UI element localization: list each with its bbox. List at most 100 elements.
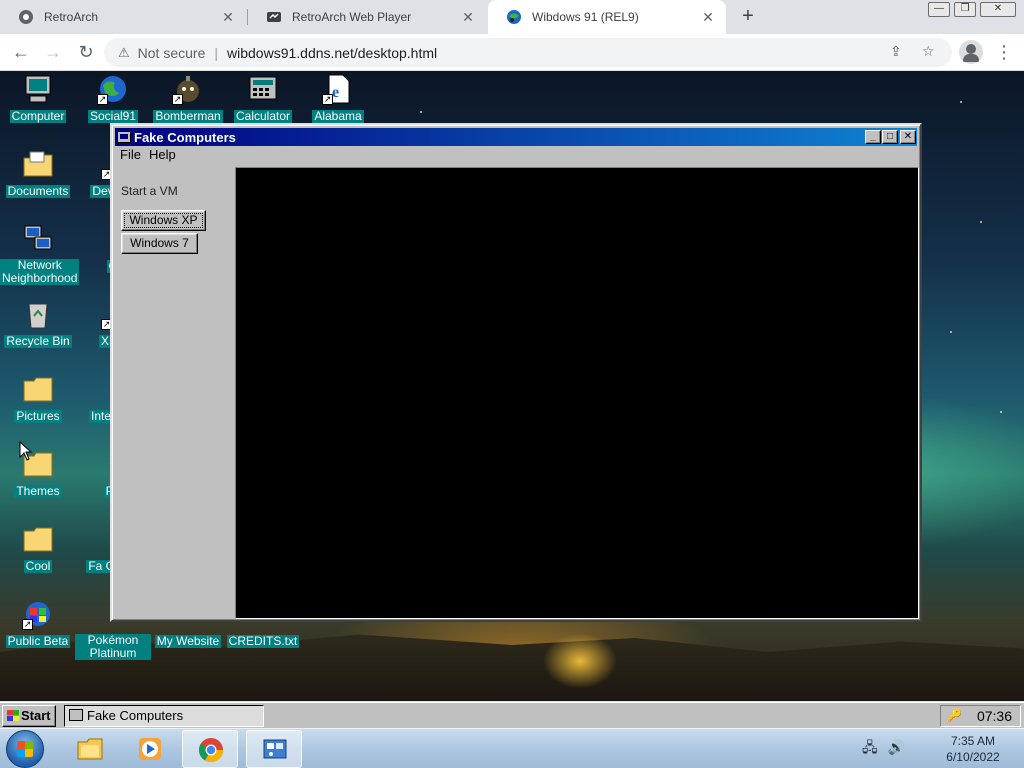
desktop-icon-network-neighborhood[interactable]: Network Neighborhood xyxy=(0,221,80,291)
maximize-button[interactable]: □ xyxy=(882,130,898,144)
tab-close-icon[interactable]: ✕ xyxy=(220,9,236,26)
mouse-cursor-icon xyxy=(19,440,33,464)
taskbar-item-fake-computers[interactable]: Fake Computers xyxy=(64,705,264,727)
tab-retroarch-web-player[interactable]: RetroArch Web Player ✕ xyxy=(248,0,486,34)
share-icon[interactable]: ⇪ xyxy=(890,43,902,60)
media-player-icon xyxy=(139,738,161,760)
bridge-glow xyxy=(540,631,620,691)
windows-flag-icon xyxy=(7,710,19,721)
desktop-icon-public-beta[interactable]: ↗ Public Beta xyxy=(0,596,76,666)
key-icon[interactable]: 🔑 xyxy=(947,709,962,721)
warning-icon[interactable]: ⚠ xyxy=(118,45,130,61)
taskbar-media-player-button[interactable] xyxy=(122,730,178,768)
star xyxy=(960,101,962,103)
desktop-icon-recycle-bin[interactable]: Recycle Bin xyxy=(0,296,76,366)
back-icon[interactable]: ← xyxy=(8,40,34,66)
ie-document-icon: e ↗ xyxy=(322,73,354,105)
profile-avatar-icon[interactable] xyxy=(959,40,983,64)
network-tray-icon[interactable]: 🖧 xyxy=(862,739,878,755)
chrome-icon xyxy=(198,738,223,763)
public-beta-icon: ↗ xyxy=(22,598,54,630)
vm-sidebar: Start a VM Windows XP Windows 7 xyxy=(115,167,235,618)
globe-icon: ↗ xyxy=(97,73,129,105)
desktop-icon-label: Recycle Bin xyxy=(4,334,72,348)
tab-close-icon[interactable]: ✕ xyxy=(460,9,476,26)
desktop-icon-themes[interactable]: Themes xyxy=(0,446,76,516)
taskbar-explorer-button[interactable] xyxy=(62,730,118,768)
w7-taskbar: 🖧 🔊 7:35 AM 6/10/2022 xyxy=(0,728,1024,768)
window-restore-button[interactable]: ❐ xyxy=(954,2,976,17)
desktop-icon-label: Alabama xyxy=(312,109,364,123)
tab-close-icon[interactable]: ✕ xyxy=(700,9,716,26)
bomberman-icon: ↗ xyxy=(172,73,204,105)
reload-icon[interactable]: ↻ xyxy=(73,40,99,66)
window-titlebar[interactable]: Fake Computers _ □ ✕ xyxy=(115,128,917,146)
taskbar-item-label: Fake Computers xyxy=(87,708,184,723)
star xyxy=(420,111,422,113)
svg-text:e: e xyxy=(332,84,339,101)
desktop-icon-documents[interactable]: Documents xyxy=(0,146,76,216)
security-label[interactable]: Not secure xyxy=(138,45,206,61)
desktop-icon-label: Documents xyxy=(5,184,71,198)
taskbar-chrome-button[interactable] xyxy=(182,730,238,768)
w95-start-button[interactable]: Start xyxy=(2,705,56,727)
close-button[interactable]: ✕ xyxy=(900,130,916,144)
desktop-icon-label: Pokémon Platinum xyxy=(75,634,151,660)
menu-file[interactable]: File xyxy=(116,147,145,165)
tab-title: RetroArch xyxy=(44,10,99,24)
w95-taskbar: Start Fake Computers 🔑 07:36 xyxy=(0,701,1024,728)
tab-title: Wibdows 91 (REL9) xyxy=(532,10,639,24)
desktop-icon-label: My Website xyxy=(154,634,222,648)
menu-help[interactable]: Help xyxy=(145,147,180,165)
address-bar[interactable]: ⚠ Not secure | wibdows91.ddns.net/deskto… xyxy=(104,38,952,67)
browser-tab-strip: RetroArch ✕ RetroArch Web Player ✕ Wibdo… xyxy=(0,0,1024,34)
w7-start-orb[interactable] xyxy=(6,730,44,768)
url-text[interactable]: wibdows91.ddns.net/desktop.html xyxy=(227,45,437,61)
explorer-icon xyxy=(77,738,103,760)
browser-menu-icon[interactable]: ⋮ xyxy=(994,40,1014,66)
desktop-icon-label: Computer xyxy=(9,109,67,123)
w7-date: 6/10/2022 xyxy=(946,750,1000,764)
star xyxy=(980,221,982,223)
minimize-button[interactable]: _ xyxy=(865,130,881,144)
bookmark-star-icon[interactable]: ☆ xyxy=(922,43,935,60)
window-title: Fake Computers xyxy=(134,129,236,145)
app-window-icon xyxy=(117,131,131,143)
browser-toolbar: ← → ↻ ⚠ Not secure | wibdows91.ddns.net/… xyxy=(0,34,1024,71)
computer-icon xyxy=(22,73,54,105)
desktop-icon-cool[interactable]: Cool xyxy=(0,521,76,591)
window-minimize-button[interactable]: — xyxy=(928,2,950,17)
windows-xp-button[interactable]: Windows XP xyxy=(121,210,206,231)
shortcut-arrow-icon: ↗ xyxy=(322,94,333,105)
w7-time: 7:35 AM xyxy=(950,734,996,748)
desktop-icon-label: Pictures xyxy=(14,409,62,423)
forward-icon[interactable]: → xyxy=(40,40,66,66)
tab-wibdows-91[interactable]: Wibdows 91 (REL9) ✕ xyxy=(488,0,726,34)
shortcut-arrow-icon: ↗ xyxy=(172,94,183,105)
star xyxy=(950,331,952,333)
vm-display[interactable] xyxy=(235,167,919,619)
shortcut-arrow-icon: ↗ xyxy=(22,619,33,630)
fake-computers-window: Fake Computers _ □ ✕ File Help Start a V… xyxy=(110,123,922,622)
desktop-icon-label: Public Beta xyxy=(5,634,71,648)
windows-7-button[interactable]: Windows 7 xyxy=(121,233,198,254)
w7-clock[interactable]: 7:35 AM 6/10/2022 xyxy=(930,733,1016,765)
star xyxy=(1000,411,1002,413)
retroarch-favicon-icon xyxy=(18,9,34,25)
recycle-bin-icon xyxy=(22,298,54,330)
w95-system-tray: 🔑 07:36 xyxy=(940,705,1021,727)
new-tab-button[interactable]: + xyxy=(736,5,760,29)
app-window-icon xyxy=(69,709,83,721)
desktop-icon-label: Themes xyxy=(14,484,62,498)
volume-icon[interactable]: 🔊 xyxy=(888,739,905,755)
desktop-icon-label: CREDITS.txt xyxy=(226,634,300,648)
control-panel-icon xyxy=(263,739,287,759)
taskbar-control-panel-button[interactable] xyxy=(246,730,302,768)
window-close-button[interactable]: ✕ xyxy=(980,2,1016,17)
desktop-icon-computer[interactable]: Computer xyxy=(0,71,76,141)
tab-retroarch[interactable]: RetroArch ✕ xyxy=(0,0,246,34)
desktop-icon-label: Calculator xyxy=(233,109,293,123)
network-icon xyxy=(22,223,54,255)
desktop-icon-pictures[interactable]: Pictures xyxy=(0,371,76,441)
folder-icon xyxy=(22,373,54,405)
